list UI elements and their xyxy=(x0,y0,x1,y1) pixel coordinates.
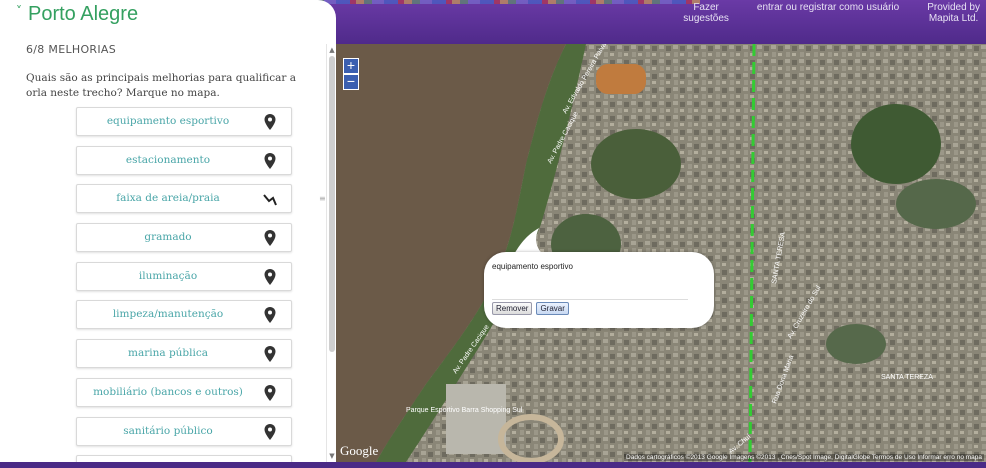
popup-title: equipamento esportivo xyxy=(492,262,573,271)
map-attribution[interactable]: Dados cartográficos ©2013 Google Imagens… xyxy=(624,454,984,461)
map-pin-icon xyxy=(264,114,276,130)
question-text: Quais são as principais melhorias para q… xyxy=(26,72,296,99)
map-street-label: Parque Esportivo Barra Shopping Sul xyxy=(406,407,523,414)
google-logo: Google xyxy=(340,443,379,458)
scroll-down-icon[interactable]: ▼ xyxy=(328,452,336,460)
provider-link[interactable]: Provided by Mapita Ltd. xyxy=(927,2,980,24)
step-label: 6/8 MELHORIAS xyxy=(26,43,116,56)
list-item-label: faixa de areia/praia xyxy=(116,192,220,205)
list-item-estacionamento[interactable]: estacionamento xyxy=(76,145,292,175)
sidebar-scrollbar[interactable]: ▲ ▼ xyxy=(326,44,336,462)
line-draw-icon xyxy=(263,194,277,206)
scrollbar-thumb[interactable] xyxy=(329,56,335,352)
list-item-label: gramado xyxy=(144,231,192,244)
resize-handle-icon[interactable]: ≡ xyxy=(319,194,326,203)
suggestions-link[interactable]: Fazer sugestões xyxy=(683,2,729,24)
header-links: Fazer sugestões entrar ou registrar como… xyxy=(683,2,980,24)
remove-button[interactable]: Remover xyxy=(492,302,533,315)
login-link[interactable]: entrar ou registrar como usuário xyxy=(757,2,899,24)
save-button[interactable]: Gravar xyxy=(536,302,569,315)
popup-divider xyxy=(492,299,688,300)
list-item-label: estacionamento xyxy=(125,153,211,166)
map-pin-icon xyxy=(264,268,276,285)
bottom-bar xyxy=(0,462,986,468)
map-street-label: SANTA TEREZA xyxy=(881,374,933,381)
list-item-label: sanitário público xyxy=(123,424,213,437)
list-item-mobiliario[interactable]: mobiliário (bancos e outros) xyxy=(76,377,292,407)
list-item-label: iluminação xyxy=(138,269,198,282)
map-pin-icon xyxy=(264,152,276,169)
scroll-up-icon[interactable]: ▲ xyxy=(328,46,336,54)
list-item-sanitario[interactable]: sanitário público xyxy=(76,416,292,446)
list-item-iluminacao[interactable]: iluminação xyxy=(76,261,292,291)
zoom-out-button[interactable]: − xyxy=(343,74,359,90)
zoom-in-button[interactable]: + xyxy=(343,58,359,74)
list-item-label: limpeza/manutenção xyxy=(112,308,224,321)
chevron-down-icon[interactable]: ˅ xyxy=(16,4,22,18)
list-item-partial[interactable] xyxy=(76,455,292,462)
list-item-limpeza[interactable]: limpeza/manutenção xyxy=(76,300,292,330)
list-item-label: equipamento esportivo xyxy=(106,115,230,127)
map-zoom-control: + − xyxy=(343,58,359,90)
map-pin-icon xyxy=(264,384,276,401)
city-title[interactable]: Porto Alegre xyxy=(28,3,138,26)
map-pin-icon xyxy=(264,346,276,363)
improvement-list: equipamento esportivo estacionamento fai… xyxy=(76,107,292,462)
list-item-label: mobiliário (bancos e outros) xyxy=(93,385,243,398)
map-popup: equipamento esportivo Remover Gravar xyxy=(484,252,714,328)
list-item-faixa-areia[interactable]: faixa de areia/praia xyxy=(76,184,292,214)
list-item-equipamento[interactable]: equipamento esportivo xyxy=(76,107,292,136)
list-item-label: marina pública xyxy=(127,347,209,360)
map-pin-icon xyxy=(264,307,276,324)
sidebar: ˅ Porto Alegre 6/8 MELHORIAS Quais são a… xyxy=(0,0,336,462)
list-item-marina[interactable]: marina pública xyxy=(76,339,292,369)
list-item-gramado[interactable]: gramado xyxy=(76,223,292,253)
map-pin-icon xyxy=(264,230,276,247)
map-pin-icon xyxy=(264,423,276,440)
